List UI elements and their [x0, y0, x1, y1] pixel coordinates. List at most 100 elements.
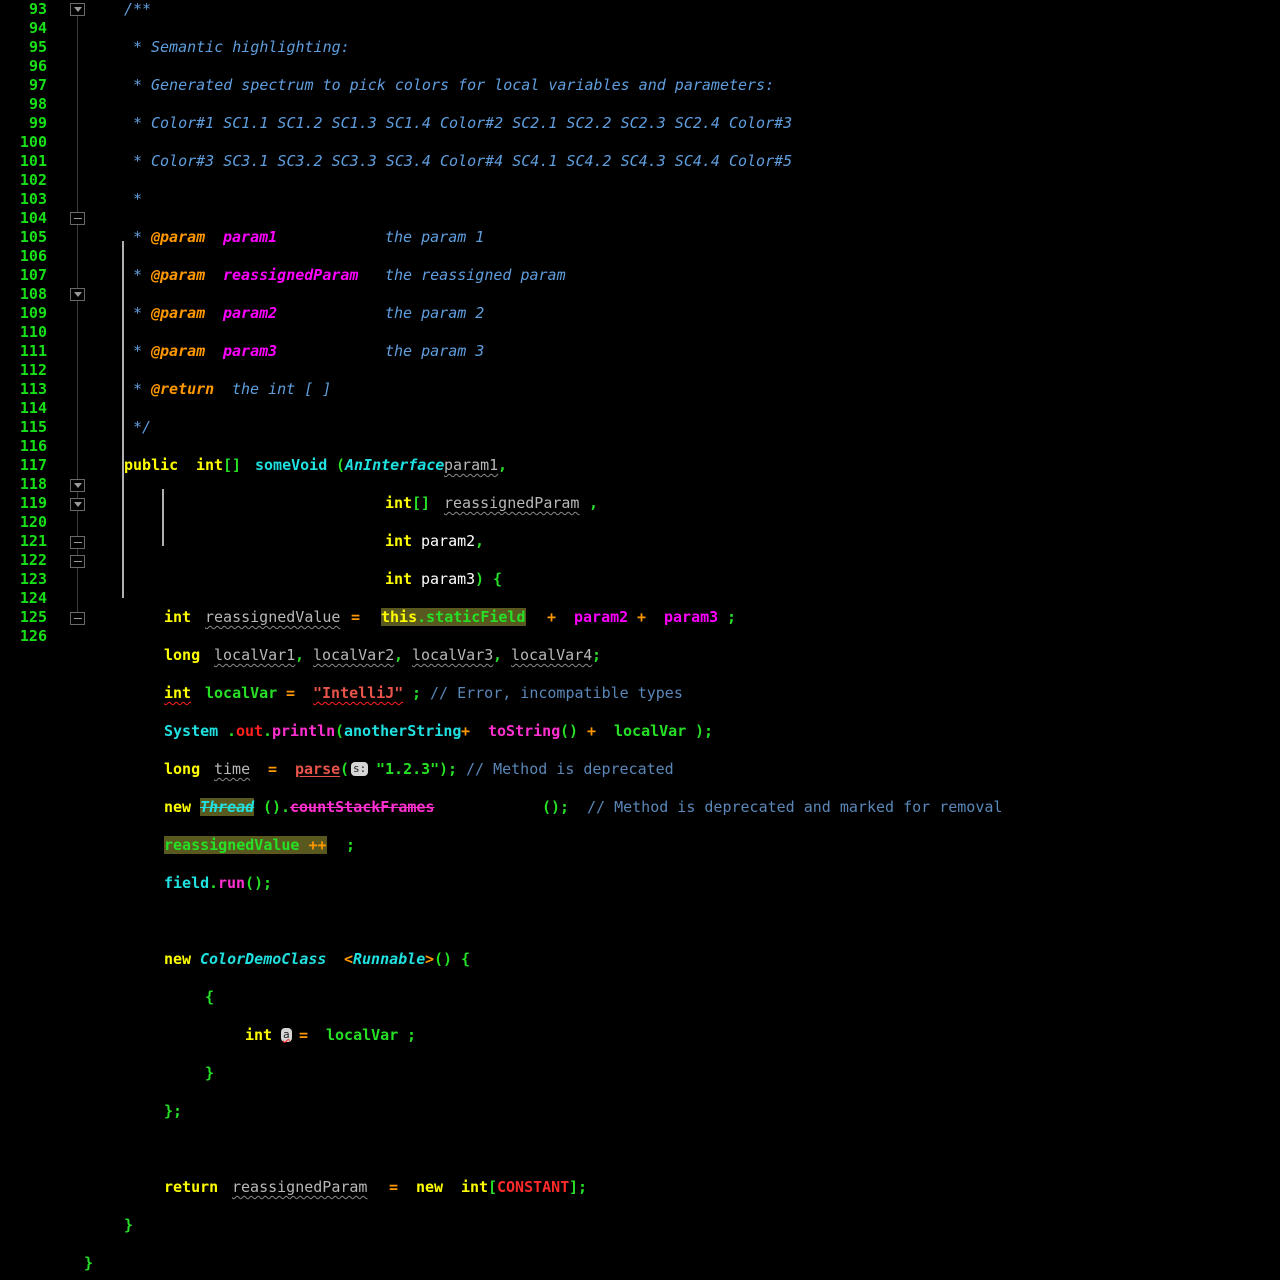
code-line[interactable]: * [100, 190, 1280, 209]
fold-marker-collapse[interactable] [70, 612, 85, 625]
token-param-reassignedParam: reassignedParam [444, 494, 580, 512]
code-line[interactable]: } [100, 1064, 1280, 1083]
code-line-blank[interactable] [100, 912, 1280, 931]
inlay-hint-variable[interactable]: a [281, 1027, 292, 1042]
line-number: 103 [19, 190, 47, 208]
token-param-param1: param1 [444, 456, 499, 474]
inlay-hint-parameter[interactable]: s: [351, 761, 369, 776]
line-number: 120 [19, 513, 47, 531]
code-line[interactable]: int a = localVar ; [100, 1026, 1280, 1045]
token-comment: */ [133, 418, 152, 436]
code-line[interactable]: int param2 , [100, 532, 1280, 551]
token-operator-eq: = [268, 760, 278, 778]
code-line[interactable]: long time = parse ( s: "1.2.3" ) ; // Me… [100, 760, 1280, 779]
line-number: 99 [28, 114, 47, 132]
token-semicolon: ; [592, 646, 602, 664]
code-line[interactable]: * @param reassignedParam the reassigned … [100, 266, 1280, 285]
line-number: 125 [19, 608, 47, 626]
code-line[interactable]: int reassignedValue = this.staticField +… [100, 608, 1280, 627]
code-editor[interactable]: 93 94 95 96 97 98 99 100 101 102 103 104… [0, 0, 1280, 1272]
code-line[interactable]: new Thread () . countStackFrames () ; //… [100, 798, 1280, 817]
line-number: 95 [28, 38, 47, 56]
fold-marker-open[interactable] [70, 479, 85, 492]
code-line[interactable]: long localVar1 , localVar2 , localVar3 ,… [100, 646, 1280, 665]
token-brackets: [] [223, 456, 242, 474]
code-line[interactable]: int localVar = "IntelliJ" ; // Error, in… [100, 684, 1280, 703]
code-line[interactable]: * Generated spectrum to pick colors for … [100, 76, 1280, 95]
code-line[interactable]: return reassignedParam = new int [ CONST… [100, 1178, 1280, 1197]
line-number: 98 [28, 95, 47, 113]
code-line[interactable]: public int [] someVoid ( AnInterface par… [100, 456, 1280, 475]
token-constant-CONSTANT: CONSTANT [497, 1178, 570, 1196]
code-line[interactable]: System . out . println ( anotherString +… [100, 722, 1280, 741]
code-content[interactable]: /** * Semantic highlighting: * Generated… [84, 0, 1280, 1272]
line-number: 118 [19, 475, 47, 493]
token-method-parse-deprecated: parse [295, 760, 341, 778]
token-operator-eq: = [389, 1178, 399, 1196]
fold-marker-open[interactable] [70, 288, 85, 301]
token-brace-open: { [493, 570, 503, 588]
fold-marker-collapse[interactable] [70, 555, 85, 568]
token-parens: () [542, 798, 561, 816]
token-brace-close: } [124, 1216, 134, 1234]
code-line[interactable]: { [100, 988, 1280, 1007]
line-number: 93 [28, 0, 47, 18]
code-line[interactable]: * @return the int [ ] [100, 380, 1280, 399]
code-line[interactable]: * Color#1 SC1.1 SC1.2 SC1.3 SC1.4 Color#… [100, 114, 1280, 133]
code-line[interactable]: int [] reassignedParam , [100, 494, 1280, 513]
code-line[interactable]: */ [100, 418, 1280, 437]
token-var-localVar1: localVar1 [214, 646, 296, 664]
token-class-Thread: Thread [200, 798, 255, 816]
line-number: 122 [19, 551, 47, 569]
line-number: 113 [19, 380, 47, 398]
token-semicolon: ; [560, 798, 570, 816]
code-line[interactable]: new ColorDemoClass < Runnable > () { [100, 950, 1280, 969]
fold-marker-collapse[interactable] [70, 536, 85, 549]
token-bracket-close-semi: ]; [569, 1178, 588, 1196]
token-comment-star: * [133, 380, 143, 398]
editor-gutter[interactable]: 93 94 95 96 97 98 99 100 101 102 103 104… [0, 0, 100, 645]
token-operator-plus: + [547, 608, 557, 626]
code-line[interactable]: * @param param3 the param 3 [100, 342, 1280, 361]
code-line[interactable]: * Color#3 SC3.1 SC3.2 SC3.3 SC3.4 Color#… [100, 152, 1280, 171]
code-line[interactable]: } [100, 1216, 1280, 1235]
fold-marker-collapse[interactable] [70, 212, 85, 225]
code-line[interactable]: * @param param2 the param 2 [100, 304, 1280, 323]
code-line[interactable]: reassignedValue ++ ; [100, 836, 1280, 855]
token-javadoc-param-name: param2 [223, 304, 278, 322]
token-var-localVar: localVar [614, 722, 687, 740]
code-line[interactable]: * Semantic highlighting: [100, 38, 1280, 57]
token-var-reassignedValue: reassignedValue [205, 608, 341, 626]
token-paren-open: ( [336, 456, 346, 474]
token-semicolon: ; [346, 836, 356, 854]
token-param-param3: param3 [421, 570, 476, 588]
token-keyword-long: long [164, 646, 201, 664]
token-javadoc-desc: the param 1 [385, 228, 485, 246]
code-line[interactable]: /** [100, 0, 1280, 19]
token-generic-open: < [344, 950, 354, 968]
token-brace-open: { [461, 950, 471, 968]
token-keyword-long: long [164, 760, 201, 778]
token-javadoc-param-name: reassignedParam [223, 266, 359, 284]
token-var-localVar3: localVar3 [412, 646, 494, 664]
token-paren-open: ( [340, 760, 350, 778]
token-comma: , [475, 532, 485, 550]
code-line[interactable]: }; [100, 1102, 1280, 1121]
line-number: 115 [19, 418, 47, 436]
code-line[interactable]: } [84, 1254, 1280, 1273]
token-line-comment: // Method is deprecated [466, 760, 674, 778]
token-paren-close: ) [475, 570, 485, 588]
line-number: 126 [19, 627, 47, 645]
line-number: 110 [19, 323, 47, 341]
code-line[interactable]: * @param param1 the param 1 [100, 228, 1280, 247]
token-semicolon: ; [412, 684, 422, 702]
fold-marker-open[interactable] [70, 498, 85, 511]
token-var-localVar: localVar [205, 684, 278, 702]
line-number: 102 [19, 171, 47, 189]
fold-marker-open[interactable] [70, 3, 85, 16]
code-line-blank[interactable] [100, 1140, 1280, 1159]
code-line[interactable]: field . run () ; [100, 874, 1280, 893]
code-line[interactable]: int param3 ) { [100, 570, 1280, 589]
token-javadoc-tag: @return [151, 380, 215, 398]
token-brace-open: { [205, 988, 215, 1006]
